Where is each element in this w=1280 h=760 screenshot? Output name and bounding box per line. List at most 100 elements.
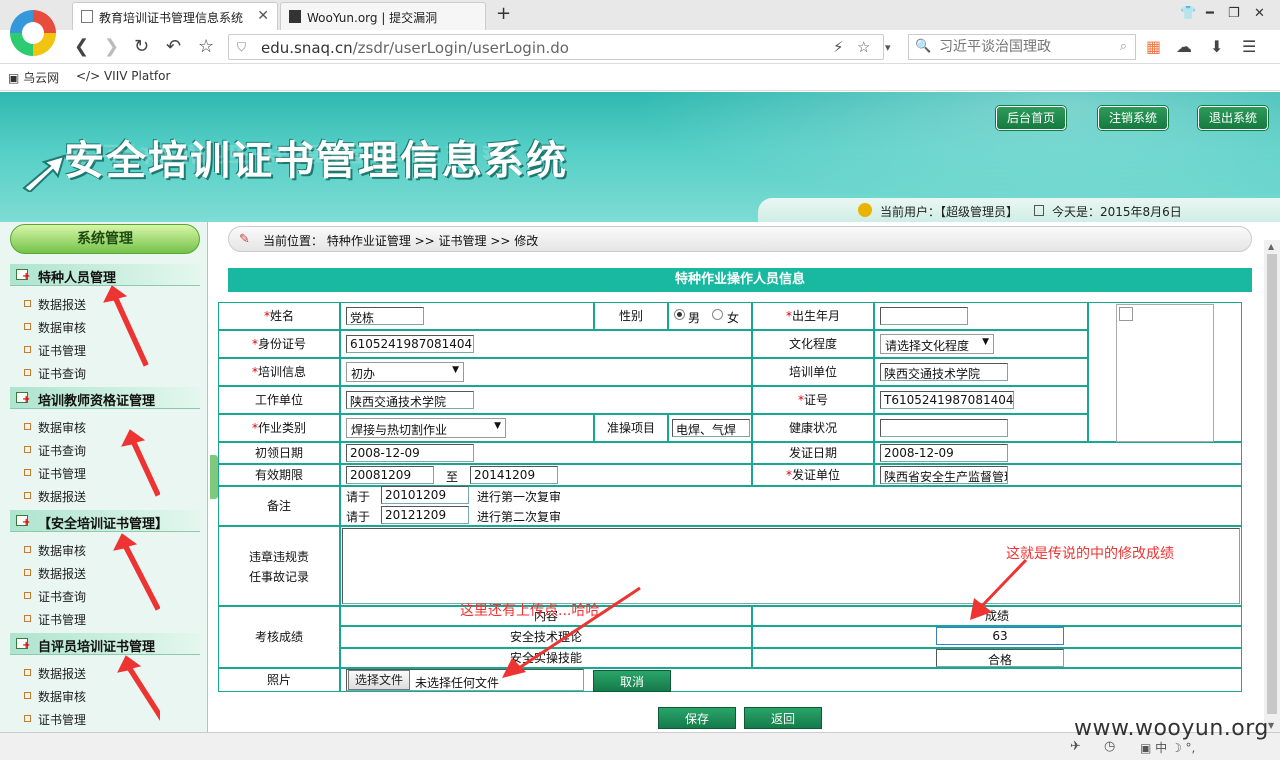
sidebar-collapse-handle[interactable]: [210, 455, 218, 499]
undo-icon[interactable]: ↶: [166, 36, 181, 57]
label-allowed-item: 准操项目: [594, 414, 668, 442]
scroll-up-icon[interactable]: ▲: [1268, 242, 1274, 251]
sidebar-item[interactable]: 数据审核: [23, 319, 86, 336]
logout-button[interactable]: 注销系统: [1098, 106, 1169, 130]
education-select[interactable]: 请选择文化程度 ▼: [880, 334, 994, 354]
sidebar-item[interactable]: 证书管理: [23, 342, 86, 359]
bookmark-viiv[interactable]: </> VIIV Platfor: [76, 69, 170, 83]
valid-to-input[interactable]: 20141209: [470, 466, 558, 484]
reload-icon[interactable]: ↻: [134, 36, 149, 57]
sidebar-item[interactable]: 数据审核: [23, 542, 86, 559]
first-issue-input[interactable]: 2008-12-09: [346, 444, 474, 462]
work-unit-input[interactable]: 陕西交通技术学院: [346, 391, 474, 409]
forward-icon[interactable]: ❯: [104, 36, 119, 57]
back-button[interactable]: 返回: [744, 707, 822, 729]
breadcrumb: ✎ 当前位置： 特种作业证管理 >> 证书管理 >> 修改: [228, 226, 1252, 252]
violation-textarea[interactable]: [342, 528, 1240, 604]
label-score: 考核成绩: [218, 606, 340, 668]
sidebar-group-teacher-cert[interactable]: 培训教师资格证管理: [10, 387, 200, 409]
new-tab-button[interactable]: +: [496, 3, 511, 24]
search-box[interactable]: 🔍 ⌕: [908, 34, 1136, 60]
chevron-down-icon[interactable]: ▾: [885, 41, 891, 54]
label-birth: *出生年月: [752, 302, 874, 330]
label-violation: 违章违规责 任事故记录: [218, 526, 340, 606]
sidebar-item[interactable]: 证书管理: [23, 465, 86, 482]
folder-icon: [16, 392, 30, 405]
sidebar-item[interactable]: 数据报送: [23, 565, 86, 582]
user-info-bar: 当前用户：【超级管理员】 今天是：2015年8月6日: [758, 198, 1280, 222]
practice-score-input[interactable]: 合格: [936, 649, 1064, 667]
sidebar-group-safety-cert[interactable]: 【安全培训证书管理】: [10, 510, 200, 532]
favorite-icon[interactable]: ☆: [857, 38, 870, 56]
sidebar-item[interactable]: 证书管理: [23, 711, 86, 728]
close-window-icon[interactable]: ✕: [1254, 6, 1265, 21]
sidebar-item[interactable]: 证书查询: [23, 442, 86, 459]
sidebar-item[interactable]: 数据审核: [23, 688, 86, 705]
bookmark-star-icon[interactable]: ☆: [198, 36, 214, 57]
maximize-icon[interactable]: ❐: [1228, 6, 1240, 21]
ime-icon[interactable]: ▣ 中 ☽ °,: [1140, 739, 1195, 756]
speed-icon[interactable]: ◷: [1104, 739, 1115, 754]
label-issuer: *发证单位: [752, 464, 874, 486]
scroll-thumb[interactable]: [1267, 254, 1277, 714]
exit-button[interactable]: 退出系统: [1198, 106, 1269, 130]
work-type-select[interactable]: 焊接与热切割作业 ▼: [346, 418, 506, 438]
sidebar-item[interactable]: 数据审核: [23, 419, 86, 436]
sidebar-item[interactable]: 数据报送: [23, 296, 86, 313]
address-bar[interactable]: ⛉ edu.snaq.cn/zsdr/userLogin/userLogin.d…: [228, 34, 891, 60]
name-input[interactable]: 党栋: [346, 307, 424, 325]
cert-no-input[interactable]: T610524198708140438: [880, 391, 1014, 409]
gender-female-radio[interactable]: [712, 309, 723, 320]
score-col-result: 成绩: [752, 606, 1242, 626]
tab-wooyun[interactable]: WooYun.org | 提交漏洞: [280, 2, 486, 30]
bookmark-wooyun[interactable]: ▣ 乌云网: [8, 69, 59, 86]
menu-icon[interactable]: ☰: [1242, 37, 1256, 56]
pin-icon[interactable]: ✈: [1070, 739, 1081, 754]
download-icon[interactable]: ⬇: [1210, 37, 1223, 56]
sidebar-item[interactable]: 证书查询: [23, 365, 86, 382]
review-1-date-input[interactable]: 20101209: [381, 486, 469, 504]
app-header: 安全培训证书管理信息系统 安全培训证书管理信息系统 后台首页 注销系统 退出系统…: [0, 92, 1280, 222]
tab-edu-system[interactable]: 教育培训证书管理信息系统 ✕: [72, 2, 278, 30]
sidebar-item[interactable]: 数据报送: [23, 665, 86, 682]
training-unit-input[interactable]: 陕西交通技术学院: [880, 363, 1008, 381]
label-first-issue: 初领日期: [218, 442, 340, 464]
search-input[interactable]: [939, 39, 1109, 55]
close-icon[interactable]: ✕: [257, 8, 269, 24]
home-button[interactable]: 后台首页: [996, 106, 1067, 130]
chevron-down-icon: ▼: [452, 365, 459, 375]
health-input[interactable]: [880, 419, 1008, 437]
training-info-select[interactable]: 初办 ▼: [346, 362, 464, 382]
allowed-item-input[interactable]: 电焊、气焊: [672, 419, 750, 437]
apps-icon[interactable]: ▦: [1146, 37, 1161, 56]
issue-date-input[interactable]: 2008-12-09: [880, 444, 1008, 462]
choose-file-button[interactable]: 选择文件: [348, 670, 410, 690]
sidebar-item[interactable]: 数据报送: [23, 488, 86, 505]
search-icon[interactable]: ⌕: [1120, 39, 1127, 54]
back-icon[interactable]: ❮: [74, 36, 89, 57]
issuer-input[interactable]: 陕西省安全生产监督管理: [880, 466, 1008, 484]
scroll-down-icon[interactable]: ▼: [1268, 721, 1274, 730]
sidebar-group-assessor-cert[interactable]: 自评员培训证书管理: [10, 633, 200, 655]
shirt-icon[interactable]: 👕: [1180, 6, 1196, 21]
page-scrollbar[interactable]: ▲ ▼: [1264, 240, 1280, 732]
sidebar-item[interactable]: 证书查询: [23, 588, 86, 605]
sidebar-item[interactable]: 证书管理: [23, 611, 86, 628]
theory-score-input[interactable]: 63: [936, 627, 1064, 645]
cancel-button[interactable]: 取消: [593, 670, 671, 692]
label-issue-date: 发证日期: [752, 442, 874, 464]
valid-from-input[interactable]: 20081209: [346, 466, 434, 484]
lightning-icon[interactable]: ⚡: [833, 38, 844, 56]
save-button[interactable]: 保存: [658, 707, 736, 729]
review-2-date-input[interactable]: 20121209: [381, 506, 469, 524]
section-title: 特种作业操作人员信息: [228, 268, 1252, 292]
birth-input[interactable]: [880, 307, 968, 325]
cloud-icon[interactable]: ☁: [1176, 37, 1192, 56]
url-text[interactable]: edu.snaq.cn/zsdr/userLogin/userLogin.do: [261, 39, 569, 57]
page-icon: [81, 10, 93, 23]
sidebar-group-special-personnel[interactable]: 特种人员管理: [10, 264, 200, 286]
minimize-icon[interactable]: ━: [1206, 6, 1214, 21]
browser-logo-icon[interactable]: [10, 10, 56, 56]
id-no-input[interactable]: 610524198708140438: [346, 335, 474, 353]
gender-male-radio[interactable]: [674, 309, 685, 320]
